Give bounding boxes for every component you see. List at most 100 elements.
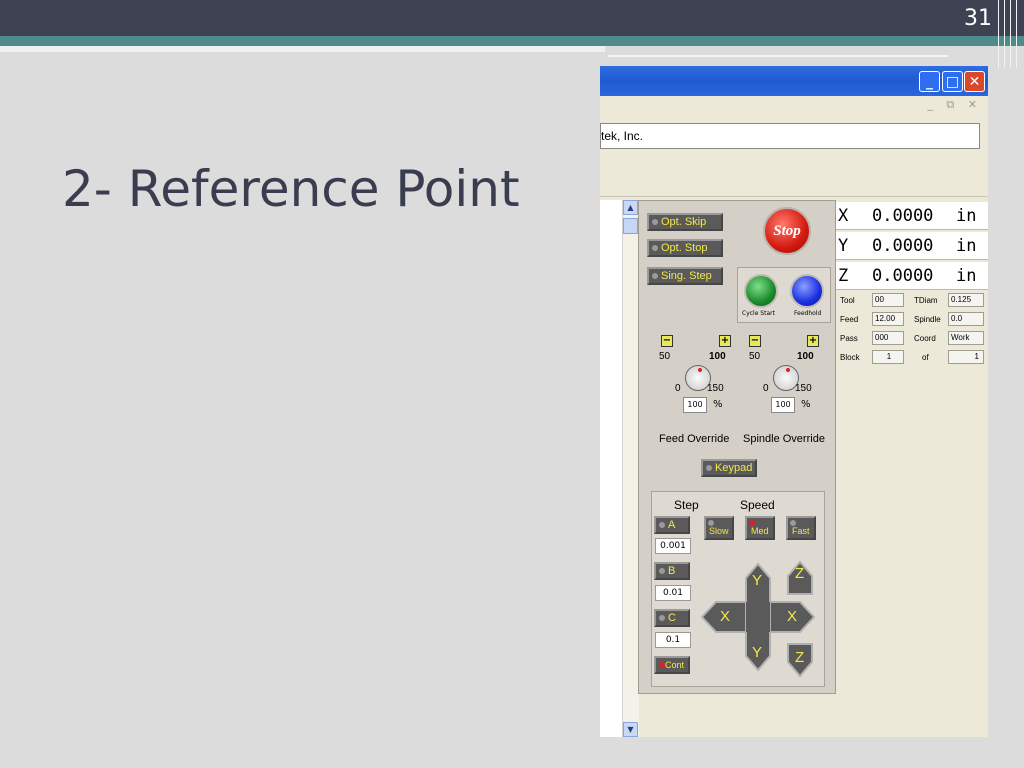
- step-a-button[interactable]: A: [654, 516, 690, 534]
- feed-override-dial: − + 50 100 0 150 100 %: [647, 329, 733, 419]
- stop-button[interactable]: Stop: [763, 207, 811, 255]
- step-b-button[interactable]: B: [654, 562, 690, 580]
- block-value: 1: [872, 350, 904, 364]
- step-label: Step: [674, 498, 699, 512]
- feed-plus-button[interactable]: +: [719, 335, 731, 347]
- jog-z-plus-button[interactable]: Z: [795, 565, 804, 582]
- spindle-percent-field[interactable]: 100: [771, 397, 795, 413]
- spindle-percent-sign: %: [801, 399, 811, 410]
- jog-controls: Step Speed A 0.001 B 0.01 C 0.1 Cont Slo…: [651, 491, 825, 687]
- slide-number: 31: [964, 6, 992, 31]
- sing-step-button[interactable]: Sing. Step: [647, 267, 723, 285]
- led-icon: [652, 245, 658, 251]
- scroll-down-arrow-icon[interactable]: ▼: [623, 722, 638, 737]
- cycle-controls: Cycle Start Feedhold: [737, 267, 831, 323]
- coord-value: Work: [948, 331, 984, 345]
- spindle-label: Spindle: [914, 315, 941, 324]
- led-icon: [659, 615, 665, 621]
- tool-value: 00: [872, 293, 904, 307]
- program-scrollbar[interactable]: ▲ ▼: [622, 200, 639, 737]
- led-icon: [749, 520, 755, 526]
- pass-label: Pass: [840, 334, 858, 343]
- scroll-up-arrow-icon[interactable]: ▲: [623, 200, 638, 215]
- cnc-control-window: _ □ ✕ _ ⧉ ✕ tek, Inc. ▲ ▼ Opt. Skip Opt.…: [600, 66, 988, 737]
- jog-y-plus-button[interactable]: Y: [752, 572, 762, 589]
- led-icon: [652, 273, 658, 279]
- dro-row-y: Y 0.0000 in: [836, 232, 988, 260]
- speed-label: Speed: [740, 498, 775, 512]
- feed-label: Feed: [840, 315, 859, 324]
- step-cont-button[interactable]: Cont: [654, 656, 690, 674]
- feed-override-label: Feed Override: [659, 433, 730, 445]
- spindle-minus-button[interactable]: −: [749, 335, 761, 347]
- led-icon: [659, 568, 665, 574]
- toolbar-area: [600, 156, 988, 197]
- jog-pad: [700, 560, 816, 678]
- step-b-value: 0.01: [655, 585, 691, 601]
- cycle-start-button[interactable]: [744, 274, 778, 308]
- of-label: of: [922, 353, 929, 362]
- cycle-start-label: Cycle Start: [742, 310, 775, 317]
- led-icon: [659, 662, 665, 668]
- led-icon: [652, 219, 658, 225]
- feed-scale-100: 100: [709, 351, 726, 362]
- feed-percent-field[interactable]: 100: [683, 397, 707, 413]
- feedhold-button[interactable]: [790, 274, 824, 308]
- led-icon: [790, 520, 796, 526]
- menu-bar: _ ⧉ ✕: [600, 96, 988, 116]
- speed-fast-button[interactable]: Fast: [786, 516, 816, 540]
- feed-percent-sign: %: [713, 399, 723, 410]
- dro-row-x: X 0.0000 in: [836, 202, 988, 230]
- minimize-button[interactable]: _: [919, 71, 940, 92]
- feed-scale-150: 150: [707, 383, 724, 394]
- scroll-thumb[interactable]: [623, 218, 638, 234]
- jog-center-icon: [746, 602, 770, 632]
- spindle-value: 0.0: [948, 312, 984, 326]
- maximize-button[interactable]: □: [942, 71, 963, 92]
- step-c-button[interactable]: C: [654, 609, 690, 627]
- led-icon: [708, 520, 714, 526]
- spindle-override-label: Spindle Override: [743, 433, 825, 445]
- block-label: Block: [840, 353, 860, 362]
- feed-scale-50: 50: [659, 351, 671, 362]
- jog-y-minus-button[interactable]: Y: [752, 644, 762, 661]
- opt-stop-button[interactable]: Opt. Stop: [647, 239, 723, 257]
- feed-value: 12.00: [872, 312, 904, 326]
- jog-x-plus-button[interactable]: X: [787, 608, 797, 625]
- machine-info: Tool 00 TDiam 0.125 Feed 12.00 Spindle 0…: [836, 292, 988, 368]
- position-readout: X 0.0000 in Y 0.0000 in Z 0.0000 in: [836, 200, 988, 640]
- tdiam-label: TDiam: [914, 296, 938, 305]
- speed-med-button[interactable]: Med: [745, 516, 775, 540]
- opt-skip-button[interactable]: Opt. Skip: [647, 213, 723, 231]
- mdi-window-buttons[interactable]: _ ⧉ ✕: [927, 98, 982, 112]
- tdiam-value: 0.125: [948, 293, 984, 307]
- of-value: 1: [948, 350, 984, 364]
- feed-scale-0: 0: [675, 383, 681, 394]
- jog-x-minus-button[interactable]: X: [720, 608, 730, 625]
- spindle-scale-150: 150: [795, 383, 812, 394]
- window-titlebar: _ □ ✕: [600, 66, 988, 96]
- feed-minus-button[interactable]: −: [661, 335, 673, 347]
- slide-title: 2- Reference Point: [62, 160, 520, 218]
- feedhold-label: Feedhold: [794, 310, 822, 317]
- slide-header-bar: [0, 0, 1024, 36]
- slide-header-strip: [0, 46, 605, 52]
- slide-header-line: [608, 55, 948, 57]
- spindle-scale-50: 50: [749, 351, 761, 362]
- dro-row-z: Z 0.0000 in: [836, 262, 988, 290]
- jog-z-minus-button[interactable]: Z: [795, 649, 804, 666]
- close-button[interactable]: ✕: [964, 71, 985, 92]
- led-icon: [659, 522, 665, 528]
- led-icon: [706, 465, 712, 471]
- machine-control-panel: Opt. Skip Opt. Stop Sing. Step Stop Cycl…: [638, 200, 836, 694]
- tool-label: Tool: [840, 296, 855, 305]
- coord-label: Coord: [914, 334, 936, 343]
- spindle-scale-100: 100: [797, 351, 814, 362]
- address-field[interactable]: tek, Inc.: [600, 123, 980, 149]
- spindle-plus-button[interactable]: +: [807, 335, 819, 347]
- keypad-button[interactable]: Keypad: [701, 459, 757, 477]
- speed-slow-button[interactable]: Slow: [704, 516, 734, 540]
- spindle-override-dial: − + 50 100 0 150 100 %: [735, 329, 821, 419]
- slide-edge-lines: [996, 0, 1022, 68]
- step-a-value: 0.001: [655, 538, 691, 554]
